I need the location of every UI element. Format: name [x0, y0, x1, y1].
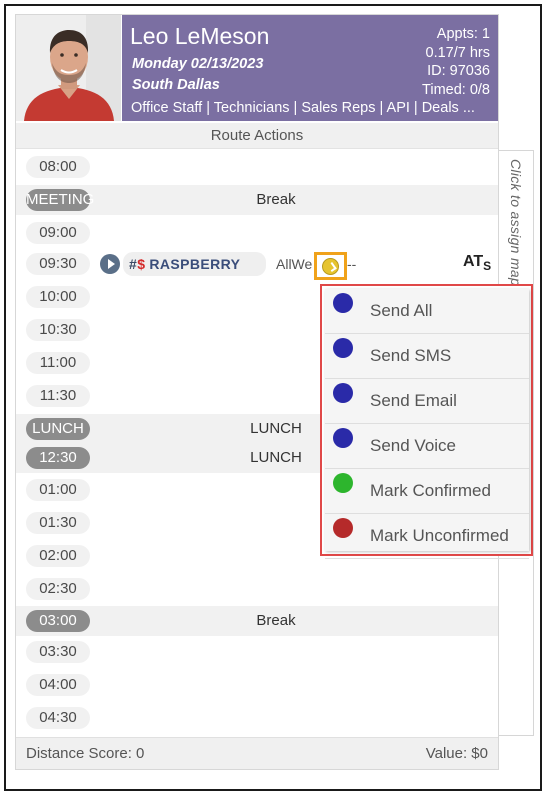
appointment-code: ATS [463, 253, 491, 273]
status-dot-icon [333, 383, 353, 403]
schedule-row[interactable]: 03:30 [16, 637, 498, 667]
hours-used: 0.17/7 hrs [425, 44, 491, 61]
status-dot-icon [333, 293, 353, 313]
slot-label: Break [256, 612, 296, 629]
pending-confirmation-icon [322, 258, 339, 275]
time-slot-pill[interactable]: 11:00 [26, 352, 90, 374]
tech-name[interactable]: Leo LeMeson [130, 23, 269, 50]
menu-item-label: Send Voice [370, 436, 457, 455]
time-slot-pill[interactable]: 03:00 [26, 610, 90, 632]
status-dot-icon [333, 338, 353, 358]
slot-label: LUNCH [250, 449, 302, 466]
menu-item-label: Send Email [370, 391, 457, 410]
menu-item-mark-confirmed[interactable]: Mark Confirmed [325, 469, 529, 514]
schedule-row[interactable]: 04:30 [16, 703, 498, 733]
time-slot-pill[interactable]: 01:30 [26, 512, 90, 534]
route-date: Monday 02/13/2023 [132, 56, 264, 72]
timed-count: Timed: 0/8 [422, 81, 490, 98]
route-location: South Dallas [132, 77, 220, 93]
tech-id: ID: 97036 [427, 63, 490, 79]
schedule-row[interactable]: 08:00 [16, 152, 498, 182]
time-slot-pill[interactable]: 03:30 [26, 641, 90, 663]
menu-item-send-voice[interactable]: Send Voice [325, 424, 529, 469]
time-slot-pill[interactable]: 10:30 [26, 319, 90, 341]
play-icon[interactable] [100, 254, 120, 274]
slot-label: LUNCH [250, 420, 302, 437]
status-dot-icon [333, 518, 353, 538]
team-links[interactable]: Office Staff | Technicians | Sales Reps … [131, 100, 475, 116]
avatar [16, 15, 122, 121]
appointment-code-main: AT [463, 253, 484, 270]
schedule-row[interactable]: 04:00 [16, 670, 498, 700]
status-dot-icon [333, 473, 353, 493]
appointment-code-sub: S [483, 259, 492, 274]
schedule-row[interactable]: 02:30 [16, 574, 498, 604]
time-slot-pill[interactable]: LUNCH [26, 418, 90, 440]
appointment-name: RASPBERRY [149, 256, 241, 272]
appts-count: Appts: 1 [436, 26, 490, 42]
appointment-chip[interactable]: #$ RASPBERRY [123, 252, 266, 276]
menu-item-send-sms[interactable]: Send SMS [325, 334, 529, 379]
route-value: Value: $0 [425, 745, 488, 762]
time-slot-pill[interactable]: 12:30 [26, 447, 90, 469]
appointment-type: AllWe [276, 256, 313, 272]
appointment-dash: -- [347, 256, 357, 272]
time-slot-pill[interactable]: 10:00 [26, 286, 90, 308]
time-slot-pill[interactable]: 01:00 [26, 479, 90, 501]
assign-map-label: Click to assign map [508, 159, 524, 287]
time-slot-pill[interactable]: 02:00 [26, 545, 90, 567]
time-slot-pill[interactable]: 04:00 [26, 674, 90, 696]
time-slot-pill[interactable]: 09:00 [26, 222, 90, 244]
confirmation-status-button[interactable] [314, 252, 347, 280]
distance-score: Distance Score: 0 [26, 745, 145, 762]
schedule-row[interactable]: 09:00 [16, 218, 498, 248]
menu-item-mark-unconfirmed[interactable]: Mark Unconfirmed [325, 514, 529, 559]
time-slot-pill[interactable]: 11:30 [26, 385, 90, 407]
slot-label: Break [256, 191, 296, 208]
time-slot-pill[interactable]: 02:30 [26, 578, 90, 600]
menu-item-label: Mark Unconfirmed [370, 526, 509, 545]
menu-item-label: Send All [370, 301, 433, 320]
confirmation-menu: Send All Send SMS Send Email Send Voice Mark… [320, 284, 533, 559]
menu-item-label: Send SMS [370, 346, 452, 365]
time-slot-pill[interactable]: 08:00 [26, 156, 90, 178]
avatar-photo [16, 15, 121, 121]
time-slot-pill[interactable]: MEETING [26, 189, 94, 211]
menu-item-send-all[interactable]: Send All [325, 289, 529, 334]
route-header: Leo LeMeson Monday 02/13/2023 South Dall… [16, 15, 498, 121]
appointment-hash: # [129, 256, 138, 272]
menu-item-label: Mark Confirmed [370, 481, 491, 500]
dollar-icon: $ [137, 256, 146, 272]
status-dot-icon [333, 428, 353, 448]
route-stats: Appts: 1 0.17/7 hrs ID: 97036 Timed: 0/8 [422, 25, 490, 99]
schedule-row[interactable]: MEETING Break [16, 185, 498, 215]
confirmation-menu-list: Send All Send SMS Send Email Send Voice Mark… [325, 289, 529, 559]
schedule-row[interactable]: 03:00 Break [16, 606, 498, 636]
time-slot-pill[interactable]: 04:30 [26, 707, 90, 729]
appointment-row: #$ RASPBERRY AllWe -- ATS [16, 249, 498, 280]
route-actions-button[interactable]: Route Actions [16, 123, 498, 149]
route-footer: Distance Score: 0 Value: $0 [16, 737, 498, 769]
menu-item-send-email[interactable]: Send Email [325, 379, 529, 424]
